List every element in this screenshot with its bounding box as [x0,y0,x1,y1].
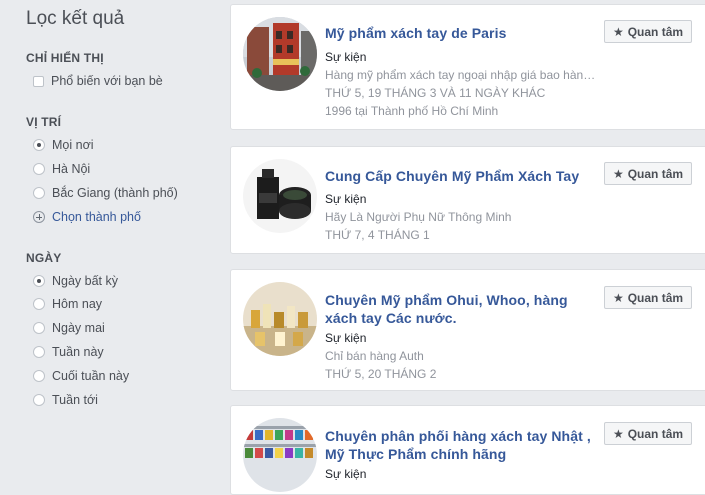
date-option-next-week[interactable]: Tuần tới [33,391,98,409]
store-shelf-image [243,418,317,492]
date-option-today[interactable]: Hôm nay [33,295,102,313]
event-card[interactable]: Cung Cấp Chuyên Mỹ Phẩm Xách Tay Sự kiện… [230,146,705,254]
interested-button-label: Quan tâm [627,426,684,441]
event-thumbnail[interactable] [243,282,317,356]
event-thumbnail[interactable] [243,159,317,233]
interested-button[interactable]: ★ Quan tâm [604,162,692,185]
event-info: Mỹ phẩm xách tay de Paris Sự kiện Hàng m… [325,5,597,120]
radio[interactable] [33,187,45,199]
radio[interactable] [33,370,45,382]
interested-button[interactable]: ★ Quan tâm [604,286,692,309]
option-label: Bắc Giang (thành phố) [52,186,178,200]
paris-street-image [243,17,317,91]
interested-button-label: Quan tâm [627,166,684,181]
star-icon: ★ [612,166,624,181]
checkbox[interactable] [33,75,44,87]
perfume-shelf-image [243,282,317,356]
event-category: Sự kiện [325,331,367,345]
event-card[interactable]: Chuyên Mỹ phẩm Ohui, Whoo, hàng xách tay… [230,269,705,391]
star-icon: ★ [612,426,624,441]
date-section-header: NGÀY [26,251,62,265]
radio[interactable] [33,298,45,310]
radio[interactable] [33,346,45,358]
event-description: Hãy Là Người Phụ Nữ Thông Minh [325,210,512,224]
event-title[interactable]: Chuyên Mỹ phẩm Ohui, Whoo, hàng xách tay… [325,291,597,327]
option-label: Ngày bất kỳ [52,274,119,288]
date-option-this-week[interactable]: Tuần này [33,343,104,361]
date-option-any[interactable]: Ngày bất kỳ [33,272,118,290]
filter-popular-with-friends[interactable]: Phổ biến với bạn bè [33,72,163,90]
option-label: Hôm nay [52,297,103,311]
cosmetics-product-image [243,159,317,233]
option-label: Tuần tới [52,393,98,407]
event-title[interactable]: Cung Cấp Chuyên Mỹ Phẩm Xách Tay [325,167,597,185]
option-label: Hà Nội [52,162,91,176]
event-card[interactable]: Chuyên phân phối hàng xách tay Nhật , Mỹ… [230,405,705,495]
event-location: 1996 tại Thành phố Hồ Chí Minh [325,104,499,118]
choose-city-label: Chọn thành phố [52,210,141,224]
choose-city-link[interactable]: Chọn thành phố [33,208,141,226]
location-option-bac-giang[interactable]: Bắc Giang (thành phố) [33,184,178,202]
radio-selected[interactable] [33,275,45,287]
location-option-hanoi[interactable]: Hà Nội [33,160,90,178]
radio[interactable] [33,394,45,406]
event-category: Sự kiện [325,192,367,206]
interested-button-label: Quan tâm [627,24,684,39]
radio[interactable] [33,322,45,334]
event-category: Sự kiện [325,467,367,481]
event-title[interactable]: Mỹ phẩm xách tay de Paris [325,24,597,42]
star-icon: ★ [612,24,624,39]
option-label: Mọi nơi [52,138,94,152]
event-category: Sự kiện [325,50,367,64]
location-section-header: VỊ TRÍ [26,115,62,129]
option-label: Ngày mai [52,321,105,335]
filter-sidebar: Lọc kết quả CHỈ HIỂN THỊ Phổ biến với bạ… [0,0,222,479]
star-icon: ★ [612,290,624,305]
event-thumbnail[interactable] [243,17,317,91]
event-date: THỨ 5, 20 THÁNG 2 [325,367,437,381]
radio-selected[interactable] [33,139,45,151]
event-thumbnail[interactable] [243,418,317,492]
event-description: Chỉ bán hàng Auth [325,349,424,363]
filter-title: Lọc kết quả [26,8,125,29]
event-date: THỨ 5, 19 THÁNG 3 VÀ 11 NGÀY KHÁC [325,86,546,100]
display-section-header: CHỈ HIỂN THỊ [26,51,104,65]
interested-button[interactable]: ★ Quan tâm [604,20,692,43]
event-info: Cung Cấp Chuyên Mỹ Phẩm Xách Tay Sự kiện… [325,147,597,244]
location-option-everywhere[interactable]: Mọi nơi [33,136,94,154]
date-option-tomorrow[interactable]: Ngày mai [33,319,105,337]
interested-button[interactable]: ★ Quan tâm [604,422,692,445]
date-option-this-weekend[interactable]: Cuối tuần này [33,367,129,385]
plus-circle-icon [33,211,45,223]
option-label: Cuối tuần này [52,369,130,383]
event-description: Hàng mỹ phẩm xách tay ngoại nhập giá bao… [325,68,597,82]
event-card[interactable]: Mỹ phẩm xách tay de Paris Sự kiện Hàng m… [230,4,705,130]
event-date: THỨ 7, 4 THÁNG 1 [325,228,430,242]
interested-button-label: Quan tâm [627,290,684,305]
option-label: Phổ biến với bạn bè [51,74,163,88]
event-title[interactable]: Chuyên phân phối hàng xách tay Nhật , Mỹ… [325,427,597,463]
event-info: Chuyên Mỹ phẩm Ohui, Whoo, hàng xách tay… [325,270,597,383]
radio[interactable] [33,163,45,175]
option-label: Tuần này [52,345,104,359]
event-info: Chuyên phân phối hàng xách tay Nhật , Mỹ… [325,406,597,483]
